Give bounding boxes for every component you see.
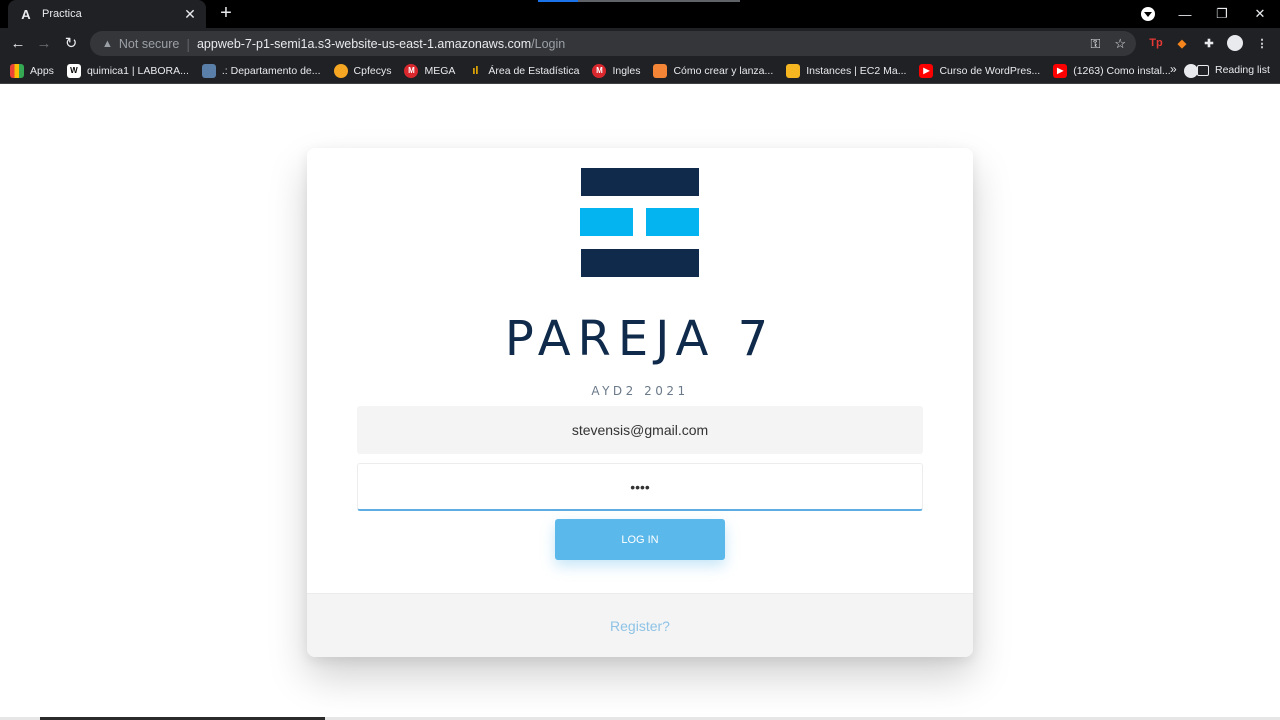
globe-icon xyxy=(1183,63,1198,78)
address-bar[interactable]: ▲ Not secure | appweb-7-p1-semi1a.s3-web… xyxy=(90,31,1136,56)
bookmark-label: Área de Estadística xyxy=(488,64,580,77)
new-tab-button[interactable]: + xyxy=(216,3,236,24)
bookmark-label: Ingles xyxy=(612,64,641,77)
reading-list-label: Reading list xyxy=(1215,64,1270,76)
bookmark-label: MEGA xyxy=(424,64,456,77)
extensions-puzzle-icon[interactable]: ✚ xyxy=(1201,35,1217,51)
bookmark-item[interactable]: M MEGA xyxy=(404,63,456,78)
tab-search-icon[interactable] xyxy=(1141,7,1155,21)
reading-list-icon xyxy=(1197,64,1209,76)
back-button[interactable]: ← xyxy=(6,31,30,55)
stats-icon: ıl xyxy=(472,64,479,77)
cpfecys-icon xyxy=(333,63,348,78)
profile-avatar[interactable] xyxy=(1227,35,1243,51)
bookmark-item[interactable]: Cpfecys xyxy=(333,63,392,78)
department-icon xyxy=(201,63,216,78)
reading-list-button[interactable]: Reading list xyxy=(1197,64,1270,76)
browser-toolbar: ← → ↻ ▲ Not secure | appweb-7-p1-semi1a.… xyxy=(0,28,1280,58)
angular-favicon-icon: A xyxy=(21,6,31,22)
address-divider: | xyxy=(186,35,190,52)
bookmark-item[interactable]: M Ingles xyxy=(592,63,641,78)
bookmark-item[interactable]: ▶ Curso de WordPres... xyxy=(919,63,1041,78)
register-link[interactable]: Register? xyxy=(610,618,670,634)
bookmark-label: Cómo crear y lanza... xyxy=(673,64,774,77)
login-button[interactable]: LOG IN xyxy=(555,519,725,560)
url-path[interactable]: /Login xyxy=(531,37,565,51)
reload-button[interactable]: ↻ xyxy=(59,31,83,55)
bookmark-star-icon[interactable]: ☆ xyxy=(1114,36,1126,52)
bookmark-item[interactable]: Instances | EC2 Ma... xyxy=(786,63,907,78)
url-host[interactable]: appweb-7-p1-semi1a.s3-website-us-east-1.… xyxy=(197,37,531,51)
bookmarks-overflow-button[interactable]: » xyxy=(1170,62,1177,76)
logo-bar-middle-right xyxy=(646,208,699,236)
apps-grid-icon xyxy=(10,63,24,78)
mega-icon: M xyxy=(592,63,607,78)
wix-icon: W xyxy=(66,63,81,78)
bookmark-item[interactable]: ▶ (1263) Como instal... xyxy=(1053,63,1171,78)
logo-bar-bottom xyxy=(581,249,699,277)
close-tab-icon[interactable]: ✕ xyxy=(182,6,198,23)
ec2-icon xyxy=(786,63,801,78)
browser-menu-icon[interactable]: ⋮ xyxy=(1254,35,1270,51)
bookmarks-bar: Apps Wquimica1 | LABORA... .: Departamen… xyxy=(0,58,1280,84)
login-card: PAREJA 7 AYD2 2021 LOG IN Register? xyxy=(307,148,973,657)
mega-icon: M xyxy=(404,63,419,78)
warning-triangle-icon: ▲ xyxy=(102,37,113,50)
bookmark-item[interactable]: .: Departamento de... xyxy=(201,63,321,78)
aws-icon xyxy=(653,63,668,78)
bookmark-label: Apps xyxy=(30,64,54,77)
youtube-icon: ▶ xyxy=(1053,63,1068,78)
logo-bar-middle-left xyxy=(580,208,633,236)
forward-button[interactable]: → xyxy=(32,31,56,55)
browser-tab[interactable]: A Practica ✕ xyxy=(8,0,206,28)
security-label[interactable]: Not secure xyxy=(119,37,179,51)
metamask-extension-icon[interactable]: ◆ xyxy=(1174,35,1190,51)
card-footer: Register? xyxy=(307,593,973,657)
bookmark-label: Instances | EC2 Ma... xyxy=(806,64,907,77)
bookmark-label: quimica1 | LABORA... xyxy=(86,64,189,77)
restore-window-button[interactable]: ❐ xyxy=(1203,0,1241,28)
bookmark-item[interactable]: Wquimica1 | LABORA... xyxy=(66,63,189,78)
bookmark-item[interactable]: ıl Área de Estadística xyxy=(468,64,579,78)
brand-logo xyxy=(580,168,700,278)
bookmark-label: Cpfecys xyxy=(353,64,392,77)
logo-bar-top xyxy=(581,168,699,196)
close-window-button[interactable]: ✕ xyxy=(1241,0,1279,28)
tab-title: Practica xyxy=(42,8,82,20)
bookmark-label: (1263) Como instal... xyxy=(1073,64,1171,77)
page-content: PAREJA 7 AYD2 2021 LOG IN Register? xyxy=(0,85,1280,718)
password-field[interactable] xyxy=(357,463,923,511)
bookmark-label: .: Departamento de... xyxy=(221,64,321,77)
email-field[interactable] xyxy=(357,406,923,454)
brand-title: PAREJA 7 xyxy=(504,311,776,367)
brand-subtitle: AYD2 2021 xyxy=(591,384,689,398)
browser-tab-bar: A Practica ✕ + — ❐ ✕ xyxy=(0,0,1280,28)
key-icon[interactable]: ⚿ xyxy=(1090,36,1100,52)
minimize-window-button[interactable]: — xyxy=(1166,0,1204,28)
bookmark-label: Curso de WordPres... xyxy=(939,64,1041,77)
tab-loading-indicator xyxy=(538,0,740,2)
tp-extension-icon[interactable]: Tp xyxy=(1148,35,1164,51)
bookmark-item[interactable]: Cómo crear y lanza... xyxy=(653,63,774,78)
youtube-icon: ▶ xyxy=(919,63,934,78)
bookmark-item[interactable]: Apps xyxy=(10,63,54,78)
